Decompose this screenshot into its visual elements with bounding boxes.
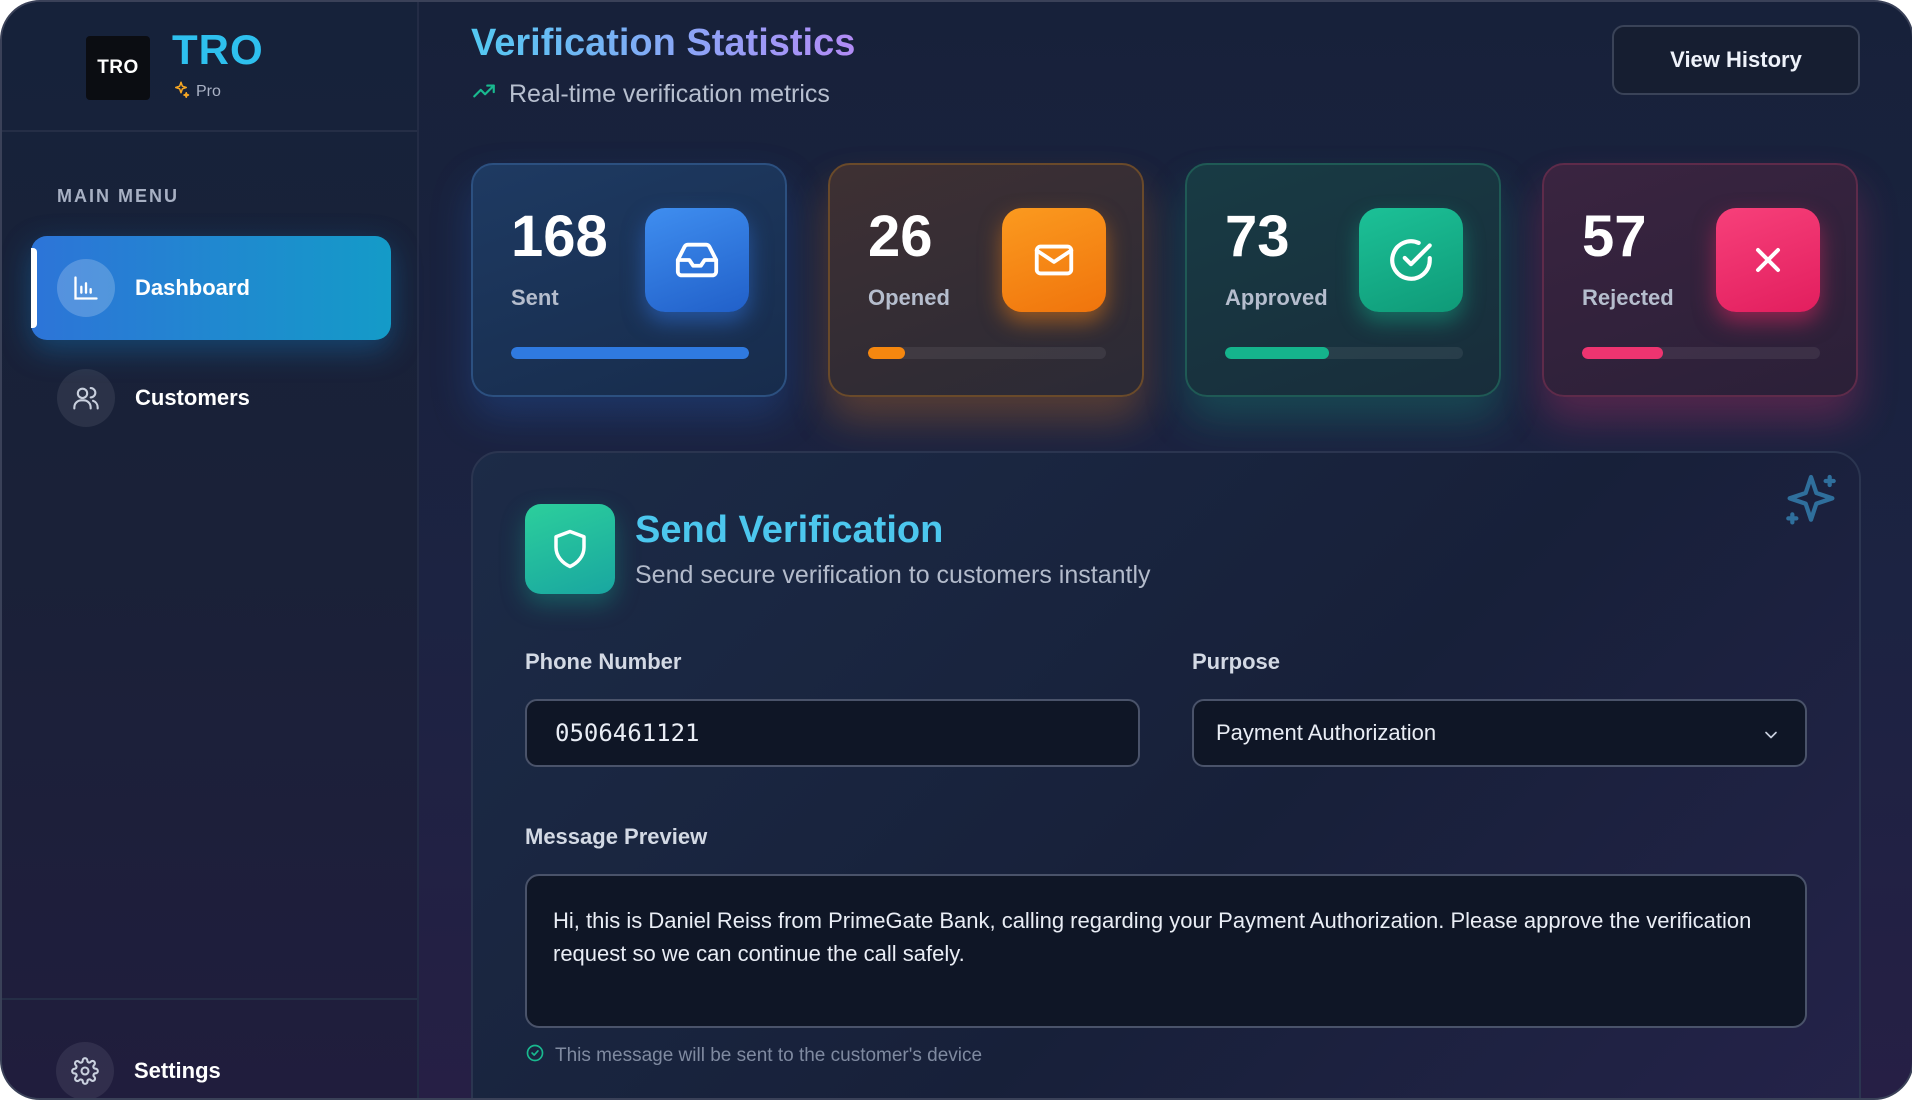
- check-circle-icon: [1359, 208, 1463, 312]
- trending-up-icon: [471, 78, 497, 111]
- page-subtitle: Real-time verification metrics: [471, 78, 830, 111]
- purpose-select[interactable]: Payment Authorization: [1192, 699, 1807, 767]
- users-icon: [57, 369, 115, 427]
- stat-label: Opened: [868, 285, 950, 310]
- page-title: Verification Statistics: [471, 22, 856, 64]
- stat-value: 26: [868, 204, 933, 269]
- stat-card-rejected: 57 Rejected: [1542, 163, 1858, 397]
- view-history-button[interactable]: View History: [1612, 25, 1860, 95]
- chevron-down-icon: [1761, 725, 1781, 751]
- inbox-icon: [645, 208, 749, 312]
- sidebar-item-settings[interactable]: Settings: [56, 1042, 221, 1098]
- progress-bar: [1225, 347, 1463, 359]
- progress-bar: [1582, 347, 1820, 359]
- brand-tier-label: Pro: [196, 82, 221, 100]
- purpose-selected-value: Payment Authorization: [1216, 720, 1437, 745]
- stat-card-sent: 168 Sent: [471, 163, 787, 397]
- sparkle-icon: [1779, 469, 1843, 538]
- phone-number-label: Phone Number: [525, 649, 682, 674]
- progress-bar: [868, 347, 1106, 359]
- sidebar-item-dashboard[interactable]: Dashboard: [31, 236, 391, 340]
- stat-label: Rejected: [1582, 285, 1674, 310]
- delivery-hint-text: This message will be sent to the custome…: [555, 1045, 983, 1066]
- mail-icon: [1002, 208, 1106, 312]
- send-verification-panel: Send Verification Send secure verificati…: [471, 451, 1861, 1098]
- stat-card-approved: 73 Approved: [1185, 163, 1501, 397]
- stat-value: 57: [1582, 204, 1647, 269]
- stat-card-opened: 26 Opened: [828, 163, 1144, 397]
- progress-fill: [868, 347, 905, 359]
- stat-value: 73: [1225, 204, 1290, 269]
- progress-fill: [1225, 347, 1329, 359]
- progress-fill: [511, 347, 749, 359]
- message-preview-textarea[interactable]: Hi, this is Daniel Reiss from PrimeGate …: [525, 874, 1807, 1028]
- phone-number-value: 0506461121: [555, 719, 700, 747]
- stat-value: 168: [511, 204, 608, 269]
- purpose-label: Purpose: [1192, 649, 1281, 674]
- phone-number-input[interactable]: 0506461121: [525, 699, 1140, 767]
- panel-title: Send Verification: [635, 509, 944, 551]
- sidebar-item-label: Dashboard: [135, 275, 250, 300]
- stat-label: Sent: [511, 285, 559, 310]
- logo: TRO: [86, 36, 150, 100]
- bar-chart-icon: [57, 259, 115, 317]
- sidebar: TRO TRO Pro MAIN MENU Dashboard Customer…: [2, 2, 419, 1098]
- sidebar-item-label: Customers: [135, 385, 250, 410]
- sidebar-item-customers[interactable]: Customers: [31, 346, 391, 450]
- brand-header: TRO TRO Pro: [2, 2, 417, 132]
- page-subtitle-text: Real-time verification metrics: [509, 80, 830, 108]
- panel-subtitle: Send secure verification to customers in…: [635, 561, 1151, 589]
- shield-icon: [525, 504, 615, 594]
- brand-name: TRO: [172, 26, 264, 73]
- stat-label: Approved: [1225, 285, 1328, 310]
- sparkle-icon: [172, 80, 190, 103]
- delivery-hint: This message will be sent to the custome…: [525, 1043, 982, 1069]
- app-window: TRO TRO Pro MAIN MENU Dashboard Customer…: [0, 0, 1912, 1100]
- check-circle-icon: [525, 1043, 545, 1069]
- progress-bar: [511, 347, 749, 359]
- section-label-main-menu: MAIN MENU: [57, 186, 179, 206]
- gear-icon: [56, 1042, 114, 1098]
- brand-tier: Pro: [172, 80, 221, 103]
- x-icon: [1716, 208, 1820, 312]
- progress-fill: [1582, 347, 1663, 359]
- sidebar-item-label: Settings: [134, 1058, 221, 1083]
- message-preview-label: Message Preview: [525, 824, 708, 849]
- logo-text: TRO: [97, 57, 139, 78]
